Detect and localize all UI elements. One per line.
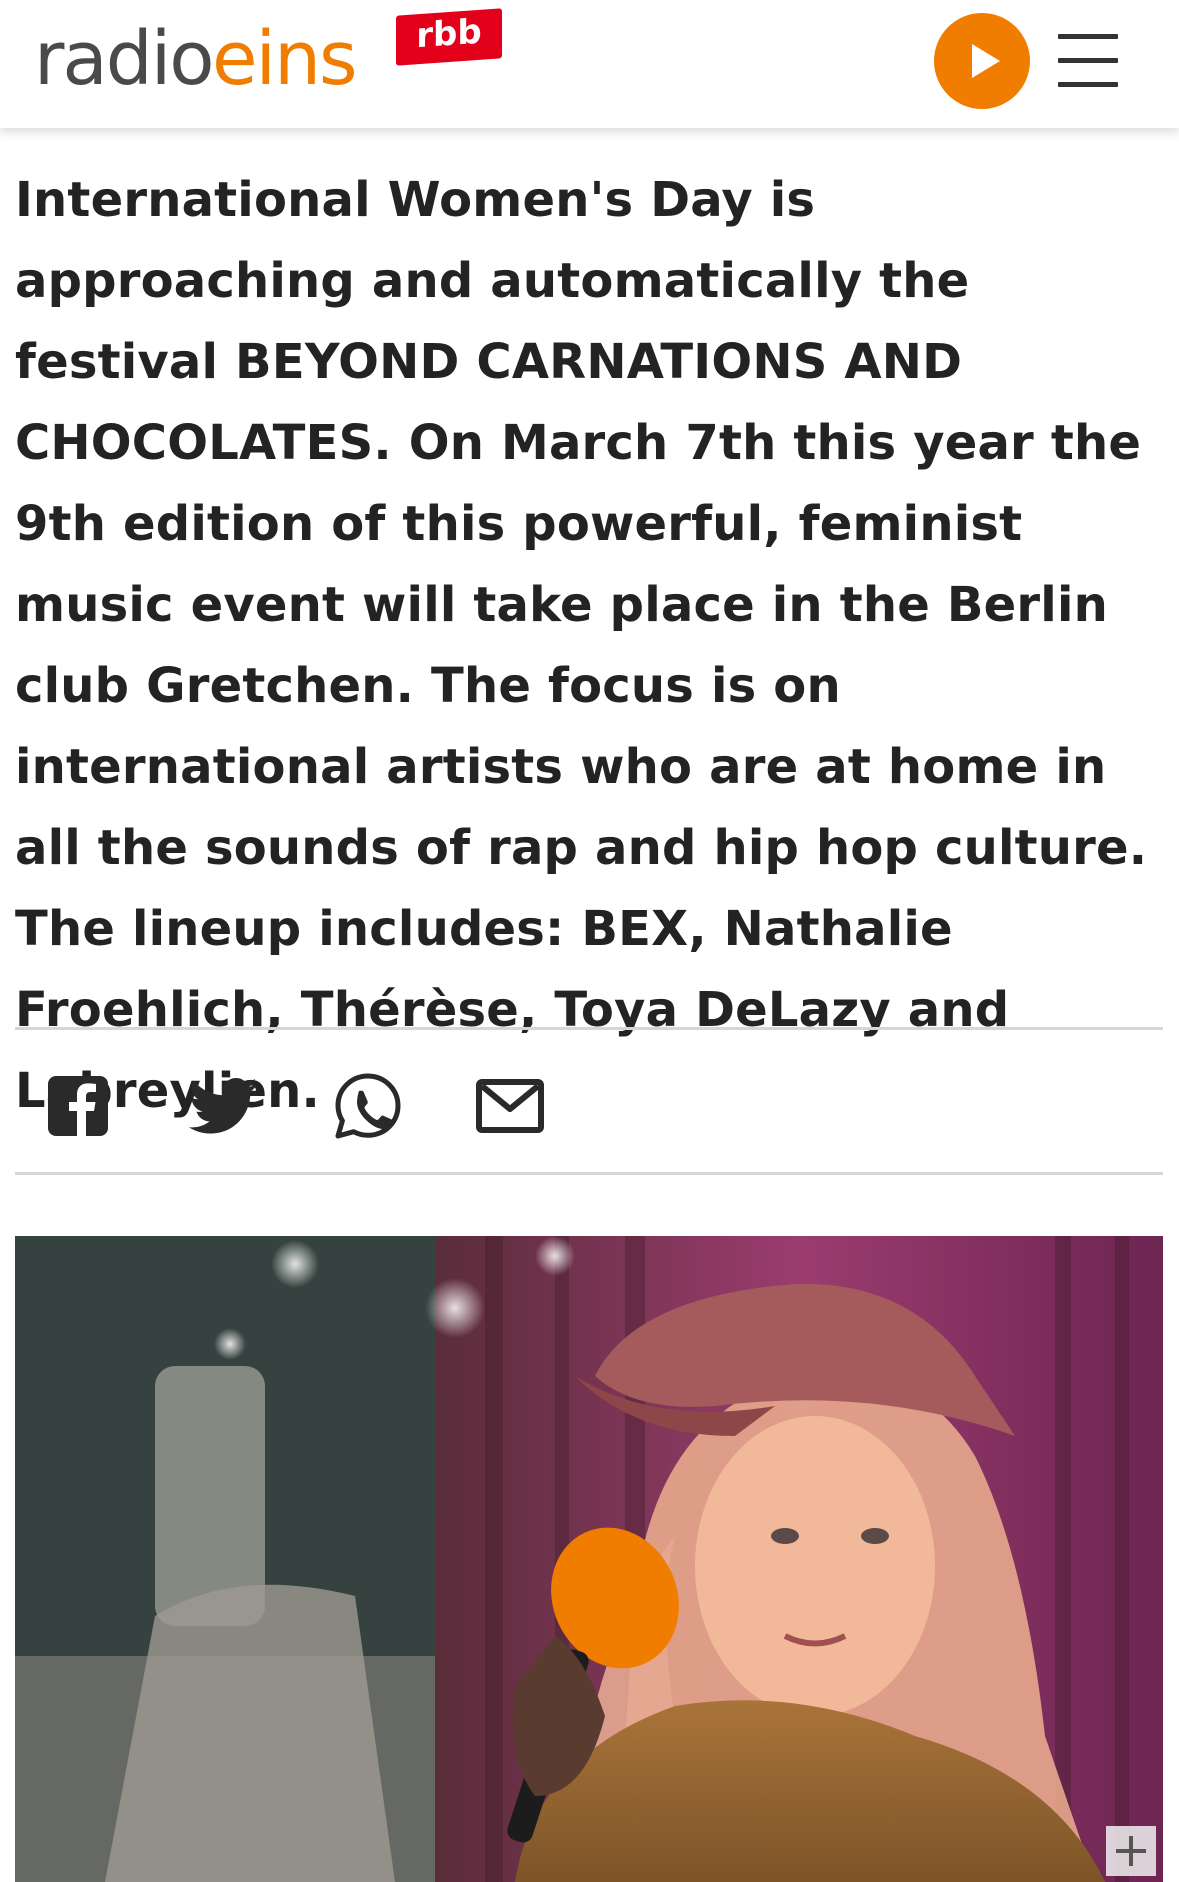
menu-button[interactable] (1058, 34, 1120, 88)
whatsapp-icon (335, 1073, 401, 1139)
article-photo[interactable] (15, 1236, 1163, 1882)
email-icon (476, 1079, 544, 1133)
hamburger-menu-icon (1058, 58, 1118, 63)
live-play-button[interactable] (934, 13, 1030, 109)
logo-text-eins: eins (212, 16, 358, 102)
site-header: radio eins rbb (0, 0, 1179, 128)
plus-icon (1116, 1836, 1146, 1866)
logo-text-radio: radio (34, 16, 215, 102)
share-whatsapp-button[interactable] (332, 1070, 404, 1142)
photo-illustration (15, 1236, 1163, 1882)
rbb-badge-label: rbb (416, 11, 482, 57)
hamburger-menu-icon (1058, 82, 1118, 87)
radioeins-logo[interactable]: radio eins rbb (34, 8, 514, 112)
twitter-icon (188, 1078, 258, 1134)
play-icon (972, 44, 1000, 78)
hamburger-menu-icon (1058, 34, 1118, 39)
facebook-icon (48, 1076, 108, 1136)
share-email-button[interactable] (474, 1070, 546, 1142)
share-twitter-button[interactable] (187, 1070, 259, 1142)
share-bar (15, 1030, 1163, 1174)
rbb-badge: rbb (396, 8, 502, 66)
divider-bottom (15, 1172, 1163, 1175)
share-facebook-button[interactable] (42, 1070, 114, 1142)
photo-expand-button[interactable] (1106, 1826, 1156, 1876)
article-body-text: International Women's Day is approaching… (15, 172, 1148, 1119)
